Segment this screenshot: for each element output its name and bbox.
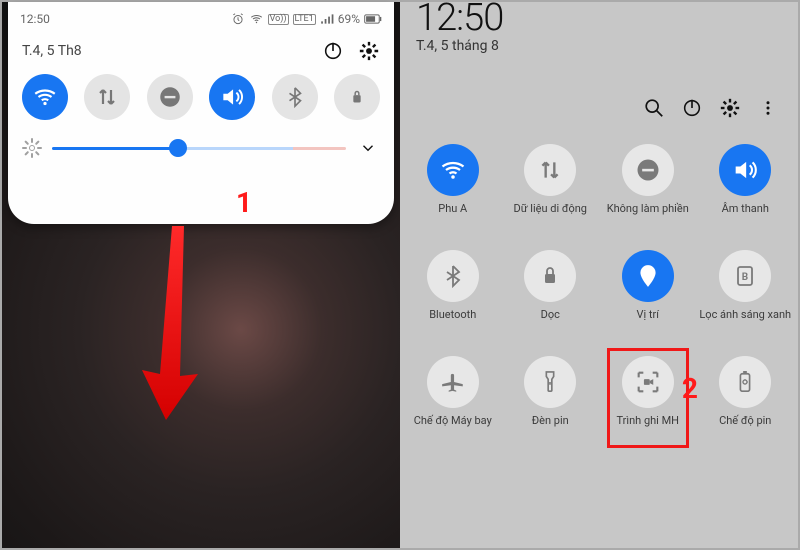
more-icon[interactable] <box>756 96 780 120</box>
qs-rotation-lock[interactable] <box>334 74 380 120</box>
expanded-time: 12:50 <box>400 2 798 34</box>
notification-shade-compact[interactable]: 12:50 Vo)) LTE1 69% T.4, 5 Th8 <box>8 2 394 224</box>
qs-wifi[interactable] <box>22 74 68 120</box>
qs-tile-filter[interactable]: B Lọc ánh sáng xanh <box>697 246 795 338</box>
annotation-arrow <box>134 226 206 420</box>
batt-icon <box>719 356 771 408</box>
status-indicators: Vo)) LTE1 69% <box>231 12 382 26</box>
qs-tile-sound[interactable]: Âm thanh <box>697 140 795 232</box>
qs-tile-dnd[interactable]: Không làm phiền <box>599 140 697 232</box>
signal-icon <box>320 13 334 25</box>
torch-icon <box>524 356 576 408</box>
brightness-icon <box>22 138 42 158</box>
lock-icon <box>524 250 576 302</box>
qs-mobile-data[interactable] <box>84 74 130 120</box>
vo-icon: Vo)) <box>268 14 289 25</box>
highlight-box <box>607 348 689 448</box>
status-time: 12:50 <box>20 12 50 26</box>
filter-icon: B <box>719 250 771 302</box>
lte-indicator: LTE1 <box>293 14 316 25</box>
qs-tile-bt[interactable]: Bluetooth <box>404 246 502 338</box>
qs-tile-label: Bluetooth <box>427 308 478 334</box>
loc-icon <box>622 250 674 302</box>
qs-tile-data[interactable]: Dữ liệu di động <box>502 140 600 232</box>
qs-tile-label: Lọc ánh sáng xanh <box>697 308 793 334</box>
annotation-step-1: 1 <box>236 186 252 219</box>
qs-tile-label: Không làm phiền <box>605 202 691 228</box>
sound-icon <box>719 144 771 196</box>
shade-header: T.4, 5 Th8 <box>8 32 394 74</box>
qs-tile-label: Đèn pin <box>530 414 571 440</box>
qs-tile-label: Dữ liệu di động <box>512 202 589 228</box>
bt-icon <box>427 250 479 302</box>
expanded-date: T.4, 5 tháng 8 <box>400 34 798 54</box>
qs-tile-wifi[interactable]: Phu A <box>404 140 502 232</box>
battery-icon <box>364 13 382 25</box>
dnd-icon <box>622 144 674 196</box>
annotation-step-2: 2 <box>682 372 698 405</box>
gear-icon[interactable] <box>358 40 380 62</box>
brightness-row <box>8 120 394 160</box>
plane-icon <box>427 356 479 408</box>
qs-tile-label: Phu A <box>436 202 469 228</box>
search-icon[interactable] <box>642 96 666 120</box>
shade-date: T.4, 5 Th8 <box>22 43 82 59</box>
alarm-icon <box>231 12 245 26</box>
tutorial-composite: 12:50 Vo)) LTE1 69% T.4, 5 Th8 <box>0 0 800 550</box>
qs-dnd[interactable] <box>147 74 193 120</box>
qs-tile-loc[interactable]: Vị trí <box>599 246 697 338</box>
quick-settings-row <box>8 74 394 120</box>
qs-tile-label: Âm thanh <box>720 202 771 228</box>
brightness-slider[interactable] <box>52 147 346 150</box>
qs-tile-label: Chế độ pin <box>717 414 773 440</box>
wifi-icon <box>249 12 264 26</box>
brightness-thumb[interactable] <box>169 139 187 157</box>
qs-sound[interactable] <box>209 74 255 120</box>
qs-tile-label: Chế độ Máy bay <box>412 414 494 440</box>
expanded-header-icons <box>400 54 798 140</box>
quick-settings-grid: Phu A Dữ liệu di động Không làm phiền Âm th… <box>400 140 798 444</box>
qs-tile-label: Vị trí <box>635 308 661 334</box>
wifi-icon <box>427 144 479 196</box>
data-icon <box>524 144 576 196</box>
qs-tile-plane[interactable]: Chế độ Máy bay <box>404 352 502 444</box>
battery-text: 69% <box>338 12 360 26</box>
qs-bluetooth[interactable] <box>272 74 318 120</box>
left-screenshot: 12:50 Vo)) LTE1 69% T.4, 5 Th8 <box>2 2 400 548</box>
status-bar: 12:50 Vo)) LTE1 69% <box>8 2 394 32</box>
qs-tile-label: Dọc <box>539 308 562 334</box>
gear-icon[interactable] <box>718 96 742 120</box>
power-icon[interactable] <box>680 96 704 120</box>
svg-text:B: B <box>742 272 748 283</box>
power-icon[interactable] <box>322 40 344 62</box>
expand-shade-button[interactable] <box>356 136 380 160</box>
right-screenshot: 12:50 T.4, 5 tháng 8 Phu A Dữ liệu di độn… <box>400 2 798 548</box>
qs-tile-batt[interactable]: Chế độ pin <box>697 352 795 444</box>
qs-tile-torch[interactable]: Đèn pin <box>502 352 600 444</box>
qs-tile-lock[interactable]: Dọc <box>502 246 600 338</box>
